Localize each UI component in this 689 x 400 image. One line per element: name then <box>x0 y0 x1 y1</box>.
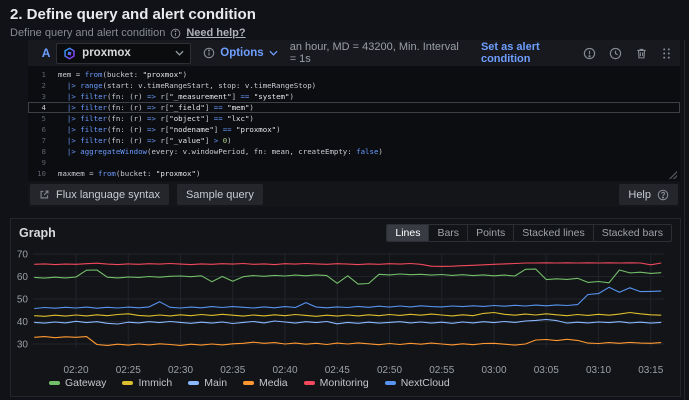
x-axis-tick: 02:30 <box>168 365 193 376</box>
x-axis-tick: 02:40 <box>272 365 297 376</box>
history-icon[interactable] <box>609 47 622 60</box>
options-toggle[interactable]: Options <box>203 47 277 59</box>
exclamation-circle-icon[interactable] <box>583 47 596 60</box>
code-line-9[interactable]: 9 <box>28 157 680 168</box>
query-row-actions <box>583 47 672 60</box>
y-axis-tick: 60 <box>17 272 29 283</box>
x-axis-tick: 02:50 <box>377 365 402 376</box>
code-line-1[interactable]: 1mem = from(bucket: "proxmox") <box>28 69 680 80</box>
question-circle-icon <box>657 189 669 201</box>
datasource-picker[interactable]: proxmox <box>56 43 191 64</box>
y-axis-tick: 30 <box>17 340 29 351</box>
external-link-icon <box>39 189 50 200</box>
x-axis-tick: 03:10 <box>586 365 611 376</box>
graph-mode-stacked-lines[interactable]: Stacked lines <box>513 225 592 241</box>
graph-mode-bars[interactable]: Bars <box>428 225 467 241</box>
timeseries-chart[interactable]: 30 40 50 60 70 02:20 02:25 02:30 02:35 02:40 02:45… <box>11 245 682 379</box>
x-axis-tick: 02:55 <box>429 365 454 376</box>
graph-style-radio-group: LinesBarsPointsStacked linesStacked bars <box>386 224 672 242</box>
legend-label: Immich <box>138 377 172 389</box>
graph-mode-lines[interactable]: Lines <box>387 225 428 241</box>
y-axis-tick: 50 <box>17 295 29 306</box>
legend-label: Monitoring <box>320 377 369 389</box>
legend-item-gateway[interactable]: Gateway <box>49 377 106 389</box>
line-number: 5 <box>28 113 58 124</box>
x-axis-tick: 02:20 <box>63 365 88 376</box>
y-axis-tick: 40 <box>17 317 29 328</box>
x-axis-tick: 02:35 <box>220 365 245 376</box>
code-line-3[interactable]: 3 |> filter(fn: (r) => r["_measurement"]… <box>28 91 680 102</box>
help-button[interactable]: Help <box>619 184 678 205</box>
chart-legend: Gateway Immich Main Media Monitoring NextClou… <box>49 377 450 389</box>
code-line-7[interactable]: 7 |> filter(fn: (r) => r["_value"] > 0) <box>28 135 680 146</box>
code-line-8[interactable]: 8 |> aggregateWindow(every: v.windowPeri… <box>28 146 680 157</box>
flux-syntax-button[interactable]: Flux language syntax <box>30 184 169 205</box>
code-line-2[interactable]: 2 |> range(start: v.timeRangeStart, stop… <box>28 80 680 91</box>
code-line-4[interactable]: 4 |> filter(fn: (r) => r["_field"] == "m… <box>28 102 680 113</box>
legend-item-media[interactable]: Media <box>243 377 288 389</box>
legend-color-icon <box>243 381 254 385</box>
x-axis-tick: 02:45 <box>325 365 350 376</box>
legend-color-icon <box>122 381 133 385</box>
editor-resize-handle[interactable] <box>669 171 677 179</box>
chevron-down-icon <box>175 50 184 56</box>
query-ref-id: A <box>36 46 56 60</box>
legend-item-main[interactable]: Main <box>188 377 227 389</box>
page-title: 2. Define query and alert condition <box>10 6 256 23</box>
x-axis-tick: 03:15 <box>638 365 663 376</box>
set-alert-condition-button[interactable]: Set as alert condition <box>481 41 583 65</box>
legend-label: Media <box>259 377 288 389</box>
line-number: 1 <box>28 69 58 80</box>
trash-icon[interactable] <box>635 47 648 60</box>
line-number: 10 <box>28 168 58 179</box>
x-axis-tick: 02:25 <box>116 365 141 376</box>
x-axis-tick: 03:05 <box>534 365 559 376</box>
legend-color-icon <box>49 381 60 385</box>
legend-item-immich[interactable]: Immich <box>122 377 172 389</box>
code-line-6[interactable]: 6 |> filter(fn: (r) => r["nodename"] == … <box>28 124 680 135</box>
editor-toolbar: Flux language syntax Sample query Help <box>28 182 680 207</box>
x-axis-tick: 03:00 <box>481 365 506 376</box>
code-line-5[interactable]: 5 |> filter(fn: (r) => r["object"] == "l… <box>28 113 680 124</box>
line-number: 7 <box>28 135 58 146</box>
graph-mode-points[interactable]: Points <box>467 225 513 241</box>
info-circle-icon <box>170 28 181 39</box>
page-subtitle: Define query and alert condition Need he… <box>10 27 246 39</box>
influxdb-logo-icon <box>63 47 76 60</box>
legend-label: Gateway <box>65 377 106 389</box>
legend-color-icon <box>188 381 199 385</box>
line-number: 3 <box>28 91 58 102</box>
sample-query-button[interactable]: Sample query <box>177 184 263 205</box>
options-label: Options <box>220 47 263 59</box>
legend-label: NextCloud <box>401 377 450 389</box>
code-line-10[interactable]: 10maxmem = from(bucket: "proxmox") <box>28 168 680 179</box>
line-number: 6 <box>28 124 58 135</box>
line-number: 8 <box>28 146 58 157</box>
line-number: 2 <box>28 80 58 91</box>
page-subtitle-text: Define query and alert condition <box>10 27 165 39</box>
legend-color-icon <box>385 381 396 385</box>
query-options-summary: an hour, MD = 43200, Min. Interval = 1s <box>290 41 467 65</box>
datasource-name: proxmox <box>82 47 169 59</box>
legend-label: Main <box>204 377 227 389</box>
graph-panel-header: Graph LinesBarsPointsStacked linesStacke… <box>11 219 680 242</box>
drag-handle-icon[interactable] <box>661 47 672 60</box>
line-number: 9 <box>28 157 58 168</box>
graph-panel: Graph LinesBarsPointsStacked linesStacke… <box>10 218 681 397</box>
info-circle-icon <box>203 47 215 59</box>
legend-item-nextcloud[interactable]: NextCloud <box>385 377 450 389</box>
need-help-link[interactable]: Need help? <box>186 27 245 39</box>
query-header-row: A proxmox Options an hour, MD <box>28 40 680 66</box>
query-editor-card: A proxmox Options an hour, MD <box>28 40 680 207</box>
graph-mode-stacked-bars[interactable]: Stacked bars <box>593 225 671 241</box>
line-number: 4 <box>28 102 58 113</box>
flux-code-editor[interactable]: 1mem = from(bucket: "proxmox")2 |> range… <box>28 66 680 181</box>
legend-color-icon <box>304 381 315 385</box>
legend-item-monitoring[interactable]: Monitoring <box>304 377 369 389</box>
chevron-down-icon <box>269 50 278 56</box>
scrollbar-track[interactable] <box>684 40 685 400</box>
graph-panel-title: Graph <box>19 226 56 240</box>
y-axis-tick: 70 <box>17 250 29 261</box>
